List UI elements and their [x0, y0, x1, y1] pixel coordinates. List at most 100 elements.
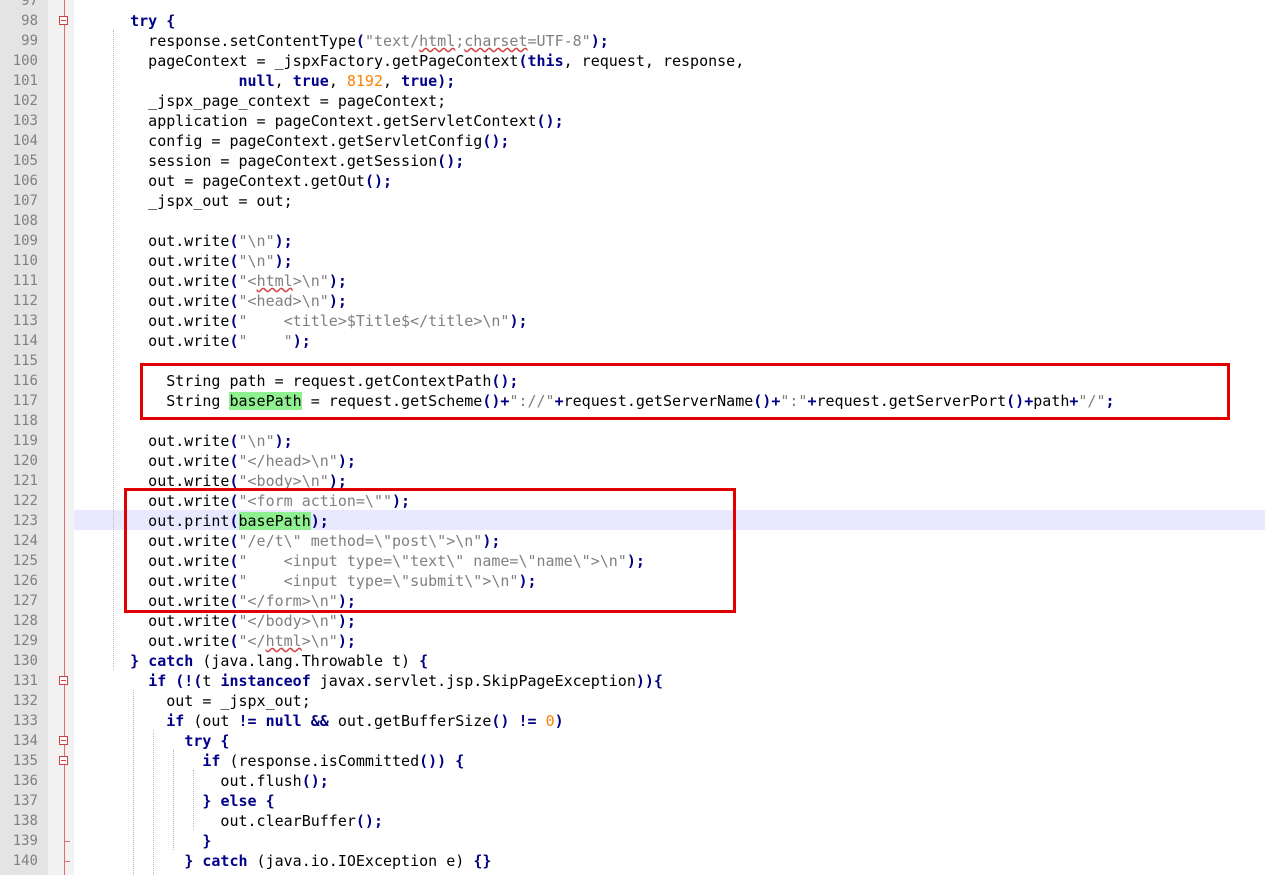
- line-number: 138: [12, 813, 38, 829]
- line-number: 104: [12, 133, 38, 149]
- code-token: "\n": [238, 432, 275, 450]
- code-token: {: [446, 752, 465, 770]
- code-token: (: [355, 32, 365, 50]
- code-line[interactable]: 114 out.write(" ");: [0, 331, 1265, 351]
- code-line[interactable]: 135 if (response.isCommitted()) {: [0, 751, 1265, 771]
- code-line[interactable]: 99 response.setContentType("text/html;ch…: [0, 31, 1265, 51]
- code-token: );: [509, 312, 528, 330]
- code-line[interactable]: 129 out.write("</html>\n");: [0, 631, 1265, 651]
- line-number: 117: [12, 393, 38, 409]
- code-line[interactable]: 102 _jspx_page_context = pageContext;: [0, 91, 1265, 111]
- code-token: ,: [383, 72, 402, 90]
- code-token: out = pageContext.getOut: [94, 172, 365, 190]
- code-line[interactable]: 130 } catch (java.lang.Throwable t) {: [0, 651, 1265, 671]
- code-line[interactable]: 98 try {: [0, 11, 1265, 31]
- code-token: }: [202, 832, 212, 850]
- line-number: 121: [12, 473, 38, 489]
- code-line[interactable]: 140 } catch (java.io.IOException e) {}: [0, 851, 1265, 871]
- code-text: if (response.isCommitted()) {: [94, 751, 464, 771]
- code-token: application = pageContext.getServletCont…: [94, 112, 537, 130]
- code-line[interactable]: 112 out.write("<head>\n");: [0, 291, 1265, 311]
- code-token: {: [653, 672, 663, 690]
- code-token: out.getBufferSize: [328, 712, 492, 730]
- fold-collapse-icon[interactable]: [59, 756, 68, 765]
- code-token: );: [437, 72, 456, 90]
- code-token: "<head>\n": [238, 292, 329, 310]
- code-line[interactable]: 104 config = pageContext.getServletConfi…: [0, 131, 1265, 151]
- line-number: 115: [12, 353, 38, 369]
- code-line[interactable]: 119 out.write("\n");: [0, 431, 1265, 451]
- code-line[interactable]: 105 session = pageContext.getSession();: [0, 151, 1265, 171]
- code-token: try: [130, 12, 158, 30]
- line-number: 130: [12, 653, 38, 669]
- line-number: 127: [12, 593, 38, 609]
- code-token: response.setContentType: [94, 32, 356, 50]
- line-number: 116: [12, 373, 38, 389]
- line-number: 137: [12, 793, 38, 809]
- code-line[interactable]: 131 if (!(t instanceof javax.servlet.jsp…: [0, 671, 1265, 691]
- code-token: true: [401, 72, 438, 90]
- code-line[interactable]: 134 try {: [0, 731, 1265, 751]
- fold-collapse-icon[interactable]: [59, 736, 68, 745]
- code-text: try {: [94, 11, 175, 31]
- code-text: try {: [94, 731, 229, 751]
- code-line[interactable]: 137 } else {: [0, 791, 1265, 811]
- line-number: 97: [21, 0, 38, 9]
- code-token: if: [202, 752, 221, 770]
- line-number: 128: [12, 613, 38, 629]
- code-text: out.flush();: [94, 771, 328, 791]
- code-line[interactable]: 110 out.write("\n");: [0, 251, 1265, 271]
- code-token: {: [256, 792, 275, 810]
- code-line[interactable]: 139 }: [0, 831, 1265, 851]
- line-number: 102: [12, 93, 38, 109]
- code-token: out.write: [94, 252, 230, 270]
- code-token: out.write: [94, 232, 230, 250]
- code-line[interactable]: 136 out.flush();: [0, 771, 1265, 791]
- fold-collapse-icon[interactable]: [59, 676, 68, 685]
- code-text: response.setContentType("text/html;chars…: [94, 31, 609, 51]
- code-line[interactable]: 120 out.write("</head>\n");: [0, 451, 1265, 471]
- fold-collapse-icon[interactable]: [59, 16, 68, 25]
- code-line[interactable]: 138 out.clearBuffer();: [0, 811, 1265, 831]
- code-token: (response.isCommitted: [220, 752, 420, 770]
- code-line[interactable]: 113 out.write(" <title>$Title$</title>\n…: [0, 311, 1265, 331]
- code-line[interactable]: 100 pageContext = _jspxFactory.getPageCo…: [0, 51, 1265, 71]
- code-token: >\n": [292, 272, 329, 290]
- code-token: );: [590, 32, 609, 50]
- code-line[interactable]: 106 out = pageContext.getOut();: [0, 171, 1265, 191]
- code-line[interactable]: 108: [0, 211, 1265, 231]
- code-line[interactable]: 101 null, true, 8192, true);: [0, 71, 1265, 91]
- code-line[interactable]: 132 out = _jspx_out;: [0, 691, 1265, 711]
- code-token: }: [130, 652, 140, 670]
- code-line[interactable]: 128 out.write("</body>\n");: [0, 611, 1265, 631]
- code-line[interactable]: 107 _jspx_out = out;: [0, 191, 1265, 211]
- code-token: );: [274, 232, 293, 250]
- code-line[interactable]: 133 if (out != null && out.getBufferSize…: [0, 711, 1265, 731]
- code-line[interactable]: 97: [0, 0, 1265, 11]
- code-text: }: [94, 831, 211, 851]
- code-token: )): [635, 672, 654, 690]
- line-number: 123: [12, 513, 38, 529]
- code-token: out.write: [94, 452, 230, 470]
- code-text: out.write("<html>\n");: [94, 271, 347, 291]
- code-line[interactable]: 109 out.write("\n");: [0, 231, 1265, 251]
- code-line[interactable]: 111 out.write("<html>\n");: [0, 271, 1265, 291]
- fold-end-marker: [64, 841, 70, 842]
- code-text: null, true, 8192, true);: [94, 71, 456, 91]
- code-token: ();: [437, 152, 465, 170]
- code-token: "</head>\n": [238, 452, 338, 470]
- line-number: 110: [12, 253, 38, 269]
- code-text: out.write("\n");: [94, 431, 293, 451]
- code-token: catch: [148, 652, 194, 670]
- code-line[interactable]: 103 application = pageContext.getServlet…: [0, 111, 1265, 131]
- code-token: out.clearBuffer: [94, 812, 356, 830]
- line-number: 108: [12, 213, 38, 229]
- code-token: (: [229, 452, 239, 470]
- line-number: 100: [12, 53, 38, 69]
- code-token: t: [202, 672, 221, 690]
